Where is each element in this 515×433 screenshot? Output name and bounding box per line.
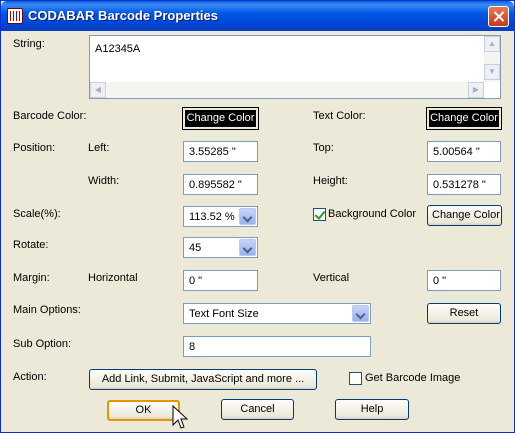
chevron-down-icon[interactable] <box>352 305 369 322</box>
help-button[interactable]: Help <box>335 399 409 420</box>
top-label: Top: <box>313 142 334 154</box>
ok-button[interactable]: OK <box>107 400 180 421</box>
width-field[interactable]: 0.895582 " <box>183 174 258 195</box>
properties-dialog: CODABAR Barcode Properties String: A1234… <box>0 0 515 433</box>
main-options-label: Main Options: <box>13 304 81 316</box>
left-field[interactable]: 3.55285 " <box>183 141 258 162</box>
mouse-pointer-icon <box>172 405 189 429</box>
top-field[interactable]: 5.00564 " <box>427 141 501 162</box>
string-value: A12345A <box>95 43 141 55</box>
barcode-document-icon <box>7 8 23 24</box>
height-label: Height: <box>313 175 348 187</box>
background-change-color-button[interactable]: Change Color <box>427 205 502 226</box>
main-options-select[interactable]: Text Font Size <box>183 303 371 324</box>
horizontal-margin-field[interactable]: 0 " <box>183 270 258 291</box>
left-label: Left: <box>88 142 110 154</box>
scale-label: Scale(%): <box>13 208 61 220</box>
string-label: String: <box>13 38 45 50</box>
position-label: Position: <box>13 142 56 154</box>
window-title: CODABAR Barcode Properties <box>28 8 218 23</box>
horizontal-label: Horizontal <box>88 272 138 284</box>
height-field[interactable]: 0.531278 " <box>427 174 501 195</box>
add-link-button[interactable]: Add Link, Submit, JavaScript and more ..… <box>89 369 317 390</box>
chevron-down-icon[interactable] <box>239 239 256 256</box>
vertical-scrollbar[interactable]: ▲ ▼ <box>484 36 500 82</box>
close-icon[interactable] <box>488 6 509 27</box>
vertical-margin-field[interactable]: 0 " <box>427 270 501 291</box>
vertical-label: Vertical <box>313 272 350 284</box>
get-barcode-image-checkbox[interactable] <box>349 372 362 385</box>
text-change-color-button[interactable]: Change Color <box>426 107 502 130</box>
text-color-label: Text Color: <box>313 110 366 122</box>
rotate-select[interactable]: 45 <box>183 237 258 258</box>
scale-select[interactable]: 113.52 % <box>183 206 258 227</box>
scale-value: 113.52 % <box>189 211 235 223</box>
action-label: Action: <box>13 371 47 383</box>
rotate-label: Rotate: <box>13 239 49 251</box>
barcode-change-color-button[interactable]: Change Color <box>182 107 259 130</box>
width-label: Width: <box>88 175 120 187</box>
reset-button[interactable]: Reset <box>427 303 501 324</box>
scroll-left-icon[interactable]: ◀ <box>90 82 106 98</box>
title-bar[interactable]: CODABAR Barcode Properties <box>1 1 514 31</box>
horizontal-scrollbar[interactable]: ◀ ▶ <box>90 82 484 98</box>
background-color-checkbox[interactable] <box>313 208 326 221</box>
barcode-color-label: Barcode Color: <box>13 110 87 122</box>
sub-option-field[interactable]: 8 <box>183 336 371 357</box>
scroll-down-icon[interactable]: ▼ <box>484 64 500 80</box>
background-color-label: Background Color <box>328 208 417 220</box>
string-input[interactable]: A12345A ▲ ▼ ◀ ▶ <box>89 35 501 99</box>
chevron-down-icon[interactable] <box>239 208 256 225</box>
cancel-button[interactable]: Cancel <box>221 399 294 420</box>
scroll-up-icon[interactable]: ▲ <box>484 36 500 52</box>
sub-option-label: Sub Option: <box>13 338 72 350</box>
scroll-right-icon[interactable]: ▶ <box>468 82 484 98</box>
margin-label: Margin: <box>13 272 50 284</box>
main-options-value: Text Font Size <box>189 308 259 320</box>
get-barcode-image-label: Get Barcode Image <box>365 372 461 384</box>
rotate-value: 45 <box>189 242 202 254</box>
